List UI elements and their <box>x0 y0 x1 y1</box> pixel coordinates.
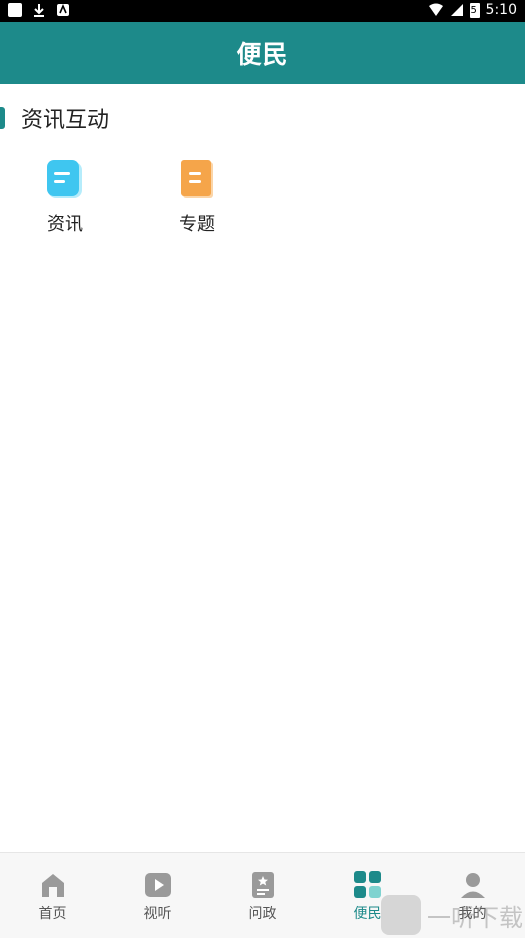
home-icon <box>39 871 67 899</box>
inquiry-icon <box>249 871 277 899</box>
watermark-logo <box>381 895 421 935</box>
tab-inquiry-label: 问政 <box>248 906 277 922</box>
tab-home[interactable]: 首页 <box>0 853 105 938</box>
status-bar: 5 5:10 <box>0 0 525 22</box>
tab-media[interactable]: 视听 <box>105 853 210 938</box>
wifi-icon <box>428 3 443 16</box>
news-icon <box>45 158 85 200</box>
notification-icon <box>8 3 22 17</box>
topic-icon <box>177 158 217 200</box>
play-icon <box>144 871 172 899</box>
tab-home-label: 首页 <box>38 906 67 922</box>
tab-inquiry[interactable]: 问政 <box>210 853 315 938</box>
status-time: 5:10 <box>485 2 517 18</box>
app-notification-icon <box>57 3 69 16</box>
app-header: 便民 <box>0 22 525 84</box>
watermark: 一听下载 <box>381 895 523 935</box>
download-icon <box>34 4 44 17</box>
tile-news[interactable]: 资讯 <box>5 158 125 236</box>
section-title: 资讯互动 <box>21 108 110 133</box>
tile-topic[interactable]: 专题 <box>137 158 257 236</box>
grid-icon <box>353 871 382 899</box>
section-accent-bar <box>0 107 5 129</box>
section-header: 资讯互动 <box>0 100 109 136</box>
tile-topic-label: 专题 <box>179 214 215 235</box>
tile-news-label: 资讯 <box>47 214 83 235</box>
page-title: 便民 <box>236 40 289 69</box>
battery-icon: 5 <box>469 2 480 18</box>
tab-media-label: 视听 <box>143 906 172 922</box>
tab-convenience-label: 便民 <box>353 906 382 922</box>
watermark-text: 一听下载 <box>427 903 523 932</box>
battery-level: 5 <box>470 4 477 16</box>
signal-icon <box>450 4 463 16</box>
